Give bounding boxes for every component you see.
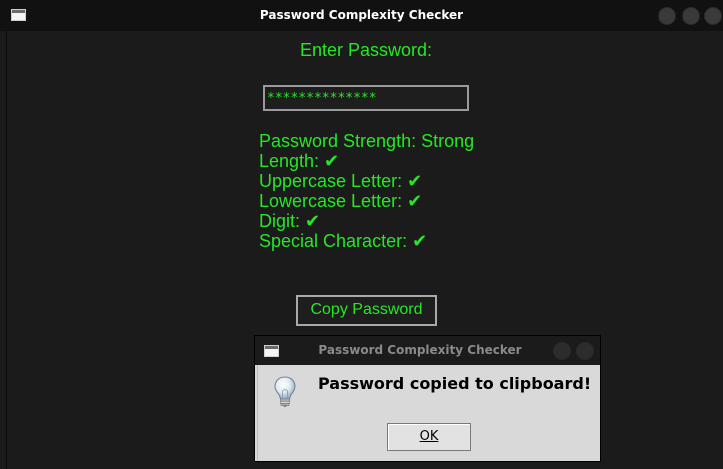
digit-check: Digit: ✔ <box>259 211 321 231</box>
lowercase-check: Lowercase Letter: ✔ <box>259 191 423 211</box>
dialog-message: Password copied to clipboard! <box>318 374 592 393</box>
dialog-close-button[interactable] <box>576 342 594 360</box>
window-titlebar[interactable]: Password Complexity Checker <box>0 0 723 31</box>
ok-button[interactable]: OK <box>387 423 471 451</box>
dialog-minimize-button[interactable] <box>553 342 571 360</box>
strength-text: Password Strength: Strong <box>259 131 475 151</box>
close-button[interactable] <box>704 7 722 25</box>
uppercase-check: Uppercase Letter: ✔ <box>259 171 423 191</box>
dialog-titlebar[interactable]: Password Complexity Checker <box>255 336 600 365</box>
main-window: Password Complexity Checker Enter Passwo… <box>0 0 723 469</box>
lightbulb-info-icon <box>274 376 296 407</box>
window-title: Password Complexity Checker <box>259 8 464 22</box>
minimize-button[interactable] <box>658 7 676 25</box>
length-check: Length: ✔ <box>259 151 340 171</box>
dialog-body: Password copied to clipboard! OK <box>257 365 598 461</box>
password-input[interactable] <box>263 85 469 111</box>
ok-button-label: OK <box>419 429 439 444</box>
dialog-title: Password Complexity Checker <box>318 343 522 357</box>
maximize-button[interactable] <box>682 7 700 25</box>
copy-password-button[interactable]: Copy Password <box>296 295 437 326</box>
special-character-check: Special Character: ✔ <box>259 231 428 251</box>
enter-password-label: Enter Password: <box>300 40 433 60</box>
info-dialog: Password Complexity Checker Password cop… <box>254 335 601 462</box>
dialog-window-icon <box>264 345 279 357</box>
